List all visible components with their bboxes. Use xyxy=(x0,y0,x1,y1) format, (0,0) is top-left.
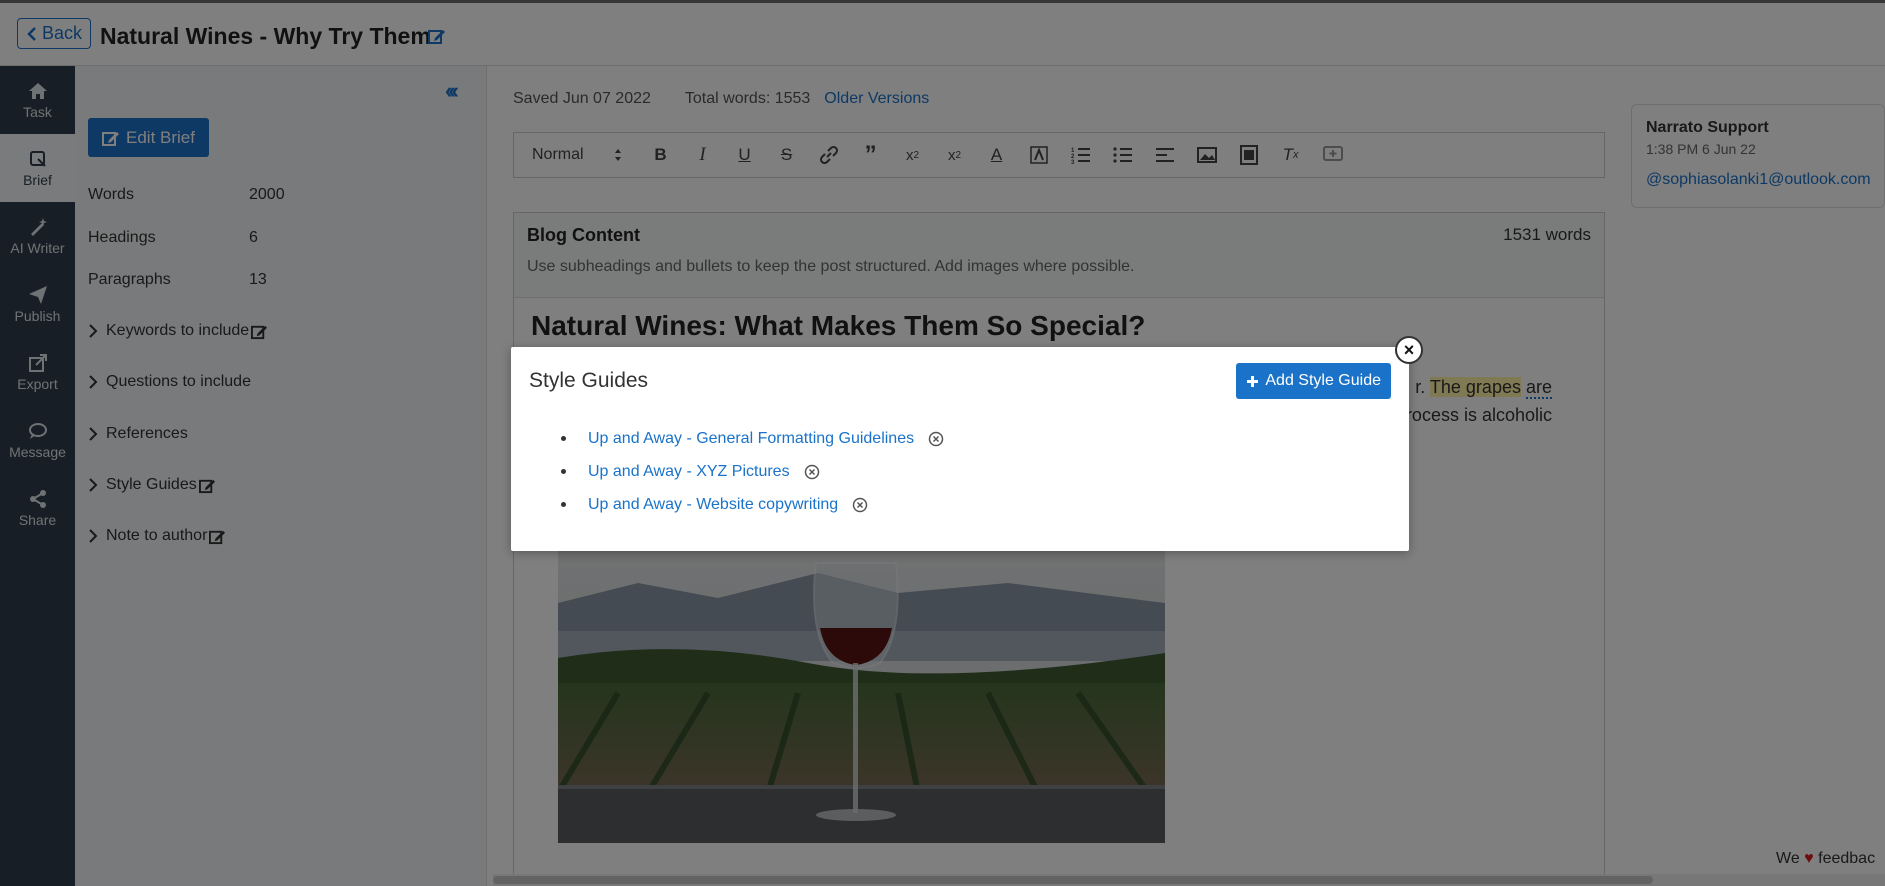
add-style-guide-button[interactable]: Add Style Guide xyxy=(1236,363,1391,399)
list-item: Up and Away - XYZ Pictures xyxy=(561,455,944,488)
list-item: Up and Away - General Formatting Guideli… xyxy=(561,422,944,455)
list-item: Up and Away - Website copywriting xyxy=(561,488,944,521)
close-modal-icon[interactable]: × xyxy=(1395,336,1423,364)
style-guide-link[interactable]: Up and Away - Website copywriting xyxy=(588,496,838,514)
remove-circle-icon[interactable] xyxy=(852,497,868,513)
style-guide-list: Up and Away - General Formatting Guideli… xyxy=(561,422,944,521)
add-style-guide-label: Add Style Guide xyxy=(1265,372,1381,389)
modal-title: Style Guides xyxy=(529,369,649,392)
remove-circle-icon[interactable] xyxy=(928,431,944,447)
style-guides-modal: Style Guides Add Style Guide Up and Away… xyxy=(511,347,1409,551)
style-guide-link[interactable]: Up and Away - General Formatting Guideli… xyxy=(588,430,914,448)
plus-icon xyxy=(1247,375,1259,387)
remove-circle-icon[interactable] xyxy=(804,464,820,480)
style-guide-link[interactable]: Up and Away - XYZ Pictures xyxy=(588,463,790,481)
